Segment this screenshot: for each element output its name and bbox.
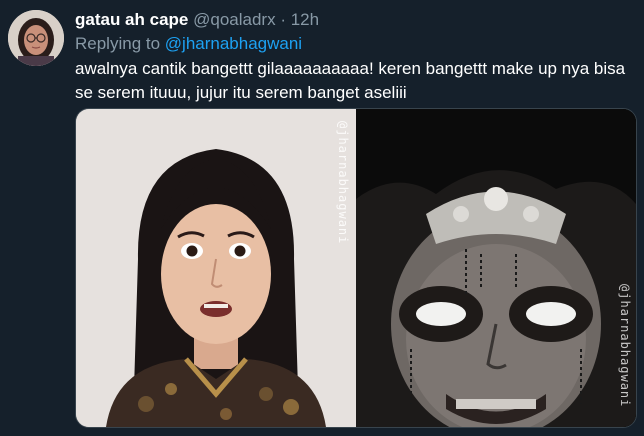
- media-photo-left[interactable]: @jharnabhagwani: [76, 109, 356, 427]
- media-photo-right[interactable]: @jharnabhagwani: [356, 109, 636, 427]
- replying-to-link[interactable]: @jharnabhagwani: [165, 34, 302, 53]
- separator-dot: ·: [280, 10, 286, 29]
- tweet-media[interactable]: @jharnabhagwani @jharnabhagwani: [75, 108, 637, 428]
- timestamp[interactable]: 12h: [291, 10, 319, 29]
- replying-to-line: Replying to @jharnabhagwani: [75, 33, 302, 55]
- avatar-image: [8, 10, 64, 66]
- avatar[interactable]: [8, 10, 64, 66]
- watermark-left: @jharnabhagwani: [336, 121, 350, 245]
- user-handle[interactable]: @qoaladrx: [193, 10, 275, 29]
- replying-prefix: Replying to: [75, 34, 165, 53]
- tweet-text: awalnya cantik bangettt gilaaaaaaaaaa! k…: [75, 59, 626, 102]
- tweet-header: gatau ah cape @qoaladrx · 12h: [75, 9, 319, 31]
- watermark-right: @jharnabhagwani: [618, 284, 632, 408]
- horror-makeup-photo: [356, 109, 636, 427]
- portrait-photo: [76, 109, 356, 427]
- display-name[interactable]: gatau ah cape: [75, 10, 188, 29]
- tweet[interactable]: gatau ah cape @qoaladrx · 12h Replying t…: [0, 0, 644, 436]
